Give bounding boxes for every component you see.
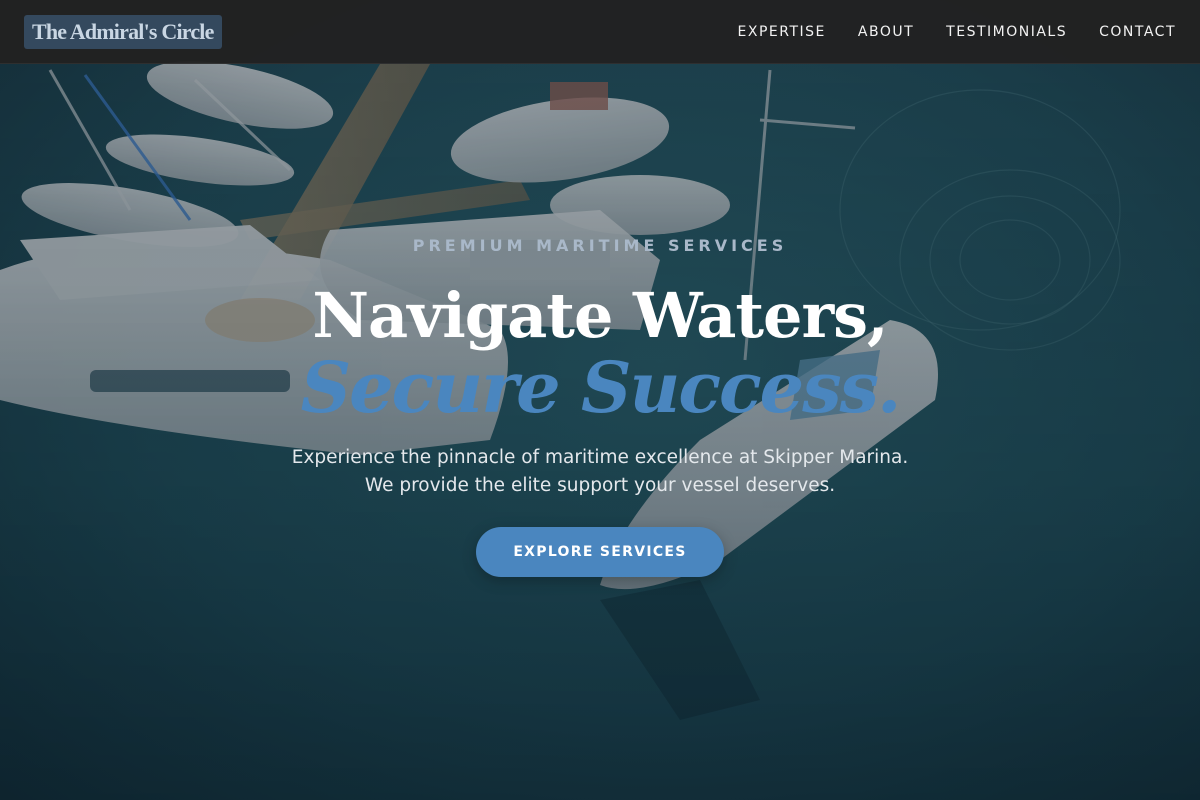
- hero-tagline: Experience the pinnacle of maritime exce…: [200, 444, 1000, 500]
- landing-page: The Admiral's Circle EXPERTISE ABOUT TES…: [0, 0, 1200, 800]
- hero-headline-line-1: Navigate Waters,: [312, 279, 888, 352]
- hero-eyebrow: PREMIUM MARITIME SERVICES: [412, 236, 788, 255]
- explore-services-button[interactable]: EXPLORE SERVICES: [476, 527, 724, 577]
- hero-section: PREMIUM MARITIME SERVICES Navigate Water…: [0, 0, 1200, 800]
- hero-tagline-line-2: We provide the elite support your vessel…: [364, 475, 836, 496]
- hero-tagline-line-1: Experience the pinnacle of maritime exce…: [291, 447, 909, 468]
- hero-headline-line-2: Secure Success.: [300, 346, 902, 429]
